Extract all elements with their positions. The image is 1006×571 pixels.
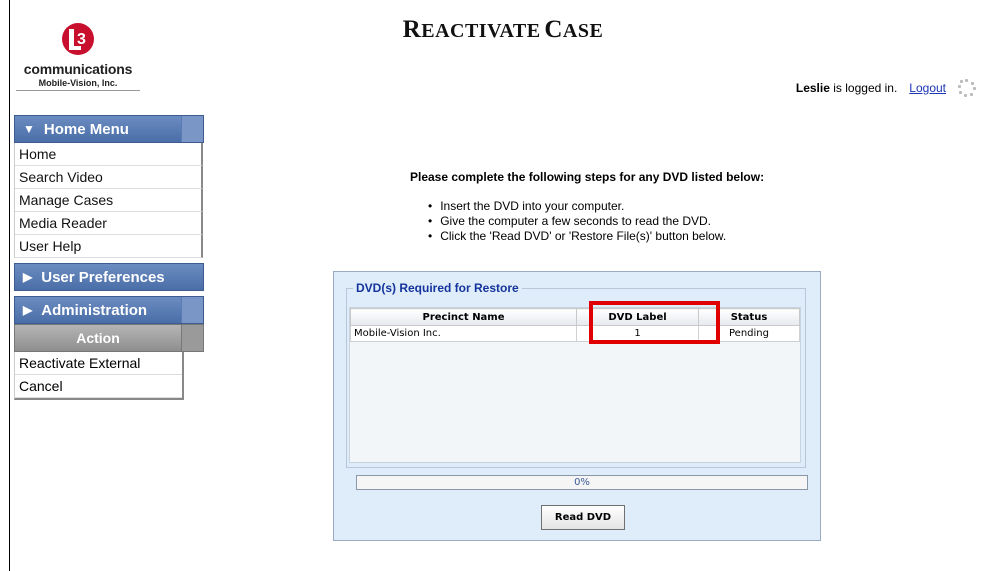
administration-label: Administration <box>41 301 148 319</box>
expanded-arrow-icon: ▼ <box>23 122 35 136</box>
dvd-required-legend: DVD(s) Required for Restore <box>353 281 522 295</box>
instructions: Please complete the following steps for … <box>410 170 764 244</box>
instructions-lead: Please complete the following steps for … <box>410 170 765 184</box>
menu-scrollbar <box>181 116 203 142</box>
sidebar-item-manage-cases[interactable]: Manage Cases <box>15 189 203 212</box>
instruction-step: Click the 'Read DVD' or 'Restore File(s)… <box>428 229 764 244</box>
logo-subtitle: Mobile-Vision, Inc. <box>38 78 118 88</box>
restore-panel: DVD(s) Required for Restore Precinct Nam… <box>333 271 821 541</box>
sidebar-item-search-video[interactable]: Search Video <box>15 166 203 189</box>
sidebar: ▼ Home Menu Home Search Video Manage Cas… <box>14 115 204 400</box>
action-menu-label: Action <box>14 324 182 352</box>
action-menu-edge <box>182 324 204 352</box>
restore-progress-bar: 0% <box>356 475 808 490</box>
sidebar-item-home[interactable]: Home <box>15 143 203 166</box>
user-preferences-header[interactable]: ▶ User Preferences <box>14 263 204 291</box>
loading-spinner-icon <box>958 79 976 97</box>
read-dvd-button[interactable]: Read DVD <box>541 505 625 530</box>
dvd-table-container: Precinct Name DVD Label Status Mobile-Vi… <box>349 307 801 463</box>
collapsed-arrow-icon: ▶ <box>23 270 33 284</box>
login-status-bar: Leslie is logged in. Logout <box>796 79 976 97</box>
username: Leslie <box>795 81 830 95</box>
home-menu-list: Home Search Video Manage Cases Media Rea… <box>14 143 204 258</box>
login-status-text: is logged in. <box>833 81 898 95</box>
page-title: REACTIVATE CASE <box>402 16 604 43</box>
dvd-table: Precinct Name DVD Label Status Mobile-Vi… <box>350 308 800 342</box>
dvd-required-group: DVD(s) Required for Restore Precinct Nam… <box>346 281 806 468</box>
action-menu-list: Reactivate External Cancel <box>14 352 184 400</box>
home-menu-header[interactable]: ▼ Home Menu <box>14 115 204 143</box>
logout-link[interactable]: Logout <box>909 81 946 95</box>
logo-brand: communications <box>23 61 133 77</box>
action-menu-header: Action <box>14 324 204 352</box>
reactivate-external-item[interactable]: Reactivate External <box>15 352 182 375</box>
sidebar-item-media-reader[interactable]: Media Reader <box>15 212 203 235</box>
login-status: Leslie is logged in. <box>796 81 897 95</box>
logo-divider <box>16 90 140 91</box>
cancel-item[interactable]: Cancel <box>15 375 182 398</box>
instruction-steps: Insert the DVD into your computer. Give … <box>428 199 764 244</box>
progress-text: 0% <box>574 477 590 488</box>
sidebar-item-user-help[interactable]: User Help <box>15 235 203 258</box>
column-header-precinct[interactable]: Precinct Name <box>350 308 577 326</box>
collapsed-arrow-icon: ▶ <box>23 303 33 317</box>
home-menu-label: Home Menu <box>43 120 129 138</box>
user-preferences-label: User Preferences <box>41 268 165 286</box>
menu-scrollbar <box>181 297 203 323</box>
cell-precinct: Mobile-Vision Inc. <box>350 325 577 342</box>
instruction-step: Give the computer a few seconds to read … <box>428 214 764 229</box>
table-row[interactable]: Mobile-Vision Inc. 1 Pending <box>350 325 800 342</box>
instruction-step: Insert the DVD into your computer. <box>428 199 764 214</box>
highlight-box <box>589 301 720 344</box>
administration-header[interactable]: ▶ Administration <box>14 296 204 324</box>
